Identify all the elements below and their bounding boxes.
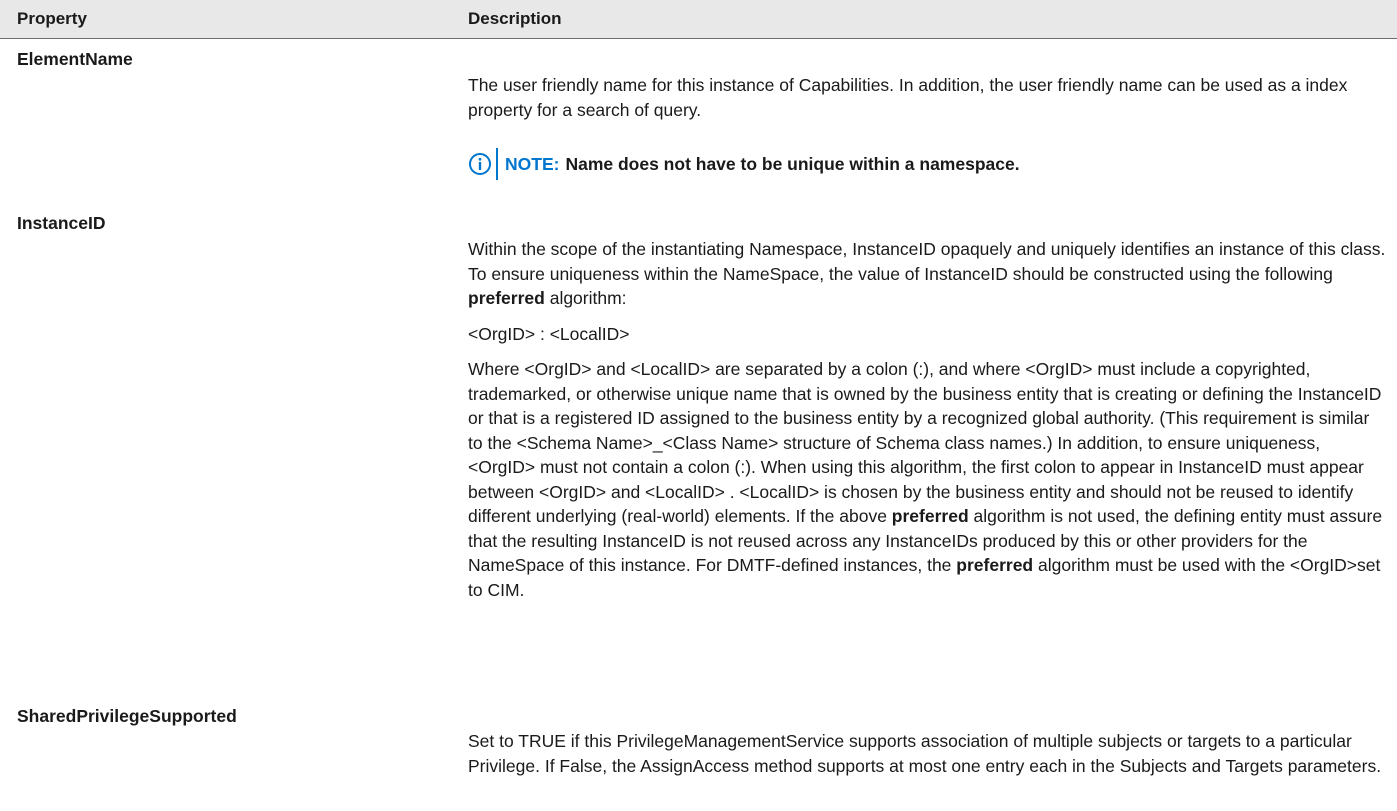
info-circle-icon [469, 153, 491, 175]
table-header: Property Description [0, 0, 1397, 39]
text-span: Within the scope of the instantiating Na… [468, 239, 1386, 284]
header-description: Description [468, 9, 562, 28]
property-sharedprivilegesupported: SharedPrivilegeSupported [17, 706, 237, 726]
bold-term: preferred [891, 506, 969, 526]
note-text: Name does not have to be unique within a… [565, 153, 1020, 174]
text-span: algorithm: [544, 288, 627, 308]
description-paragraph-3: Where <OrgID> and <LocalID> are separate… [468, 357, 1388, 602]
note-label: NOTE: [505, 153, 560, 174]
note-box: NOTE: Name does not have to be unique wi… [468, 148, 1020, 180]
description-text: The user friendly name for this instance… [468, 75, 1348, 120]
description-text: Set to TRUE if this PrivilegeManagementS… [468, 731, 1382, 776]
bold-term: preferred [956, 555, 1034, 575]
note-divider [496, 148, 498, 180]
header-property: Property [17, 9, 87, 28]
text-span: Where <OrgID> and <LocalID> are separate… [468, 359, 1382, 526]
property-elementname: ElementName [17, 49, 133, 69]
property-instanceid: InstanceID [17, 213, 106, 233]
description-paragraph-2: <OrgID> : <LocalID> [468, 323, 630, 344]
bold-term: preferred [468, 288, 545, 308]
description-paragraph-1: Within the scope of the instantiating Na… [468, 237, 1388, 311]
description-elementname: The user friendly name for this instance… [468, 73, 1388, 122]
description-instanceid: Within the scope of the instantiating Na… [468, 237, 1388, 602]
description-sharedprivilegesupported: Set to TRUE if this PrivilegeManagementS… [468, 729, 1388, 778]
